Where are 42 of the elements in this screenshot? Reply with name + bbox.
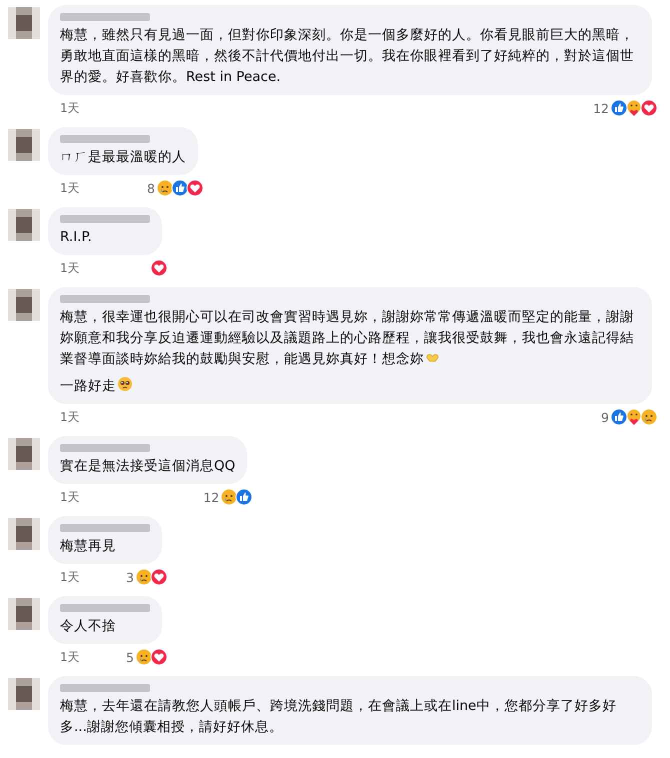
like-icon[interactable]	[610, 408, 628, 426]
hugging-face-icon[interactable]	[625, 99, 643, 117]
comment-text: 梅慧，雖然只有見過一面，但對你印象深刻。你是一個多麼好的人。你看見眼前巨大的黑暗，勇敢地直面這樣的黑暗，然後不計代價地付出一切。我在你眼裡看到了好純粹的，對於這個世界的愛。好喜歡你。Rest in Peace.	[60, 26, 635, 87]
comment-text: 梅慧，去年還在請教您人頭帳戶、跨境洗錢問題，在會議上或在line中，您都分享了好多好多...謝謝您傾囊相授，請好好休息。	[60, 697, 618, 737]
comment-time[interactable]: 1天	[60, 180, 80, 196]
pleading-face-icon	[117, 376, 133, 392]
reaction-count[interactable]: 12	[203, 490, 220, 504]
blurred-avatar-icon[interactable]	[8, 129, 40, 161]
reaction-count[interactable]: 8	[147, 180, 155, 196]
crying-face-icon[interactable]	[156, 179, 174, 197]
comment-text: ㄇㄏ是最最溫暖的人	[60, 148, 186, 167]
blurred-avatar-icon[interactable]	[8, 209, 40, 241]
comment-text: 一路好走	[60, 376, 640, 397]
blurred-avatar-icon[interactable]	[8, 598, 40, 630]
comment-text: R.I.P.	[60, 228, 93, 247]
like-icon[interactable]	[171, 179, 189, 197]
blurred-avatar-icon[interactable]	[8, 678, 40, 710]
reaction-count[interactable]: 9	[601, 410, 609, 424]
crying-face-icon[interactable]	[135, 568, 153, 586]
comment-text: 梅慧再見	[60, 537, 117, 556]
like-icon[interactable]	[235, 488, 254, 506]
like-icon[interactable]	[610, 99, 628, 117]
comment-time[interactable]: 1天	[60, 408, 80, 426]
blurred-avatar-icon[interactable]	[8, 7, 40, 39]
reaction-count[interactable]: 5	[126, 650, 134, 664]
comment-time[interactable]: 1天	[60, 260, 80, 276]
reaction-count[interactable]: 3	[126, 570, 134, 584]
comment-text: 令人不捨	[60, 617, 117, 636]
comment-time[interactable]: 1天	[60, 568, 80, 586]
crying-face-icon[interactable]	[135, 648, 153, 666]
crying-face-icon[interactable]	[640, 408, 658, 426]
comment-text: 梅慧，很幸運也很開心可以在司改會實習時遇見妳，謝謝妳常常傳遞溫暖而堅定的能量，謝謝妳願意和我分享反迫遷運動經驗以及議題路上的心路歷程，讓我很受鼓舞，我也會永遠記得結業督導面談時妳給我的鼓勵與安慰，能遇見妳真好！想念妳	[60, 308, 635, 369]
comment-time[interactable]: 1天	[60, 648, 80, 666]
blurred-avatar-icon[interactable]	[8, 289, 40, 321]
comment-time[interactable]: 1天	[60, 488, 80, 506]
hugging-face-icon[interactable]	[625, 408, 643, 426]
reaction-count[interactable]: 12	[593, 100, 609, 116]
blurred-avatar-icon[interactable]	[8, 438, 40, 470]
crying-face-icon[interactable]	[220, 488, 238, 506]
comment-time[interactable]: 1天	[60, 100, 80, 116]
comment-text: 實在是無法接受這個消息QQ	[60, 457, 236, 476]
blurred-avatar-icon[interactable]	[8, 518, 40, 550]
